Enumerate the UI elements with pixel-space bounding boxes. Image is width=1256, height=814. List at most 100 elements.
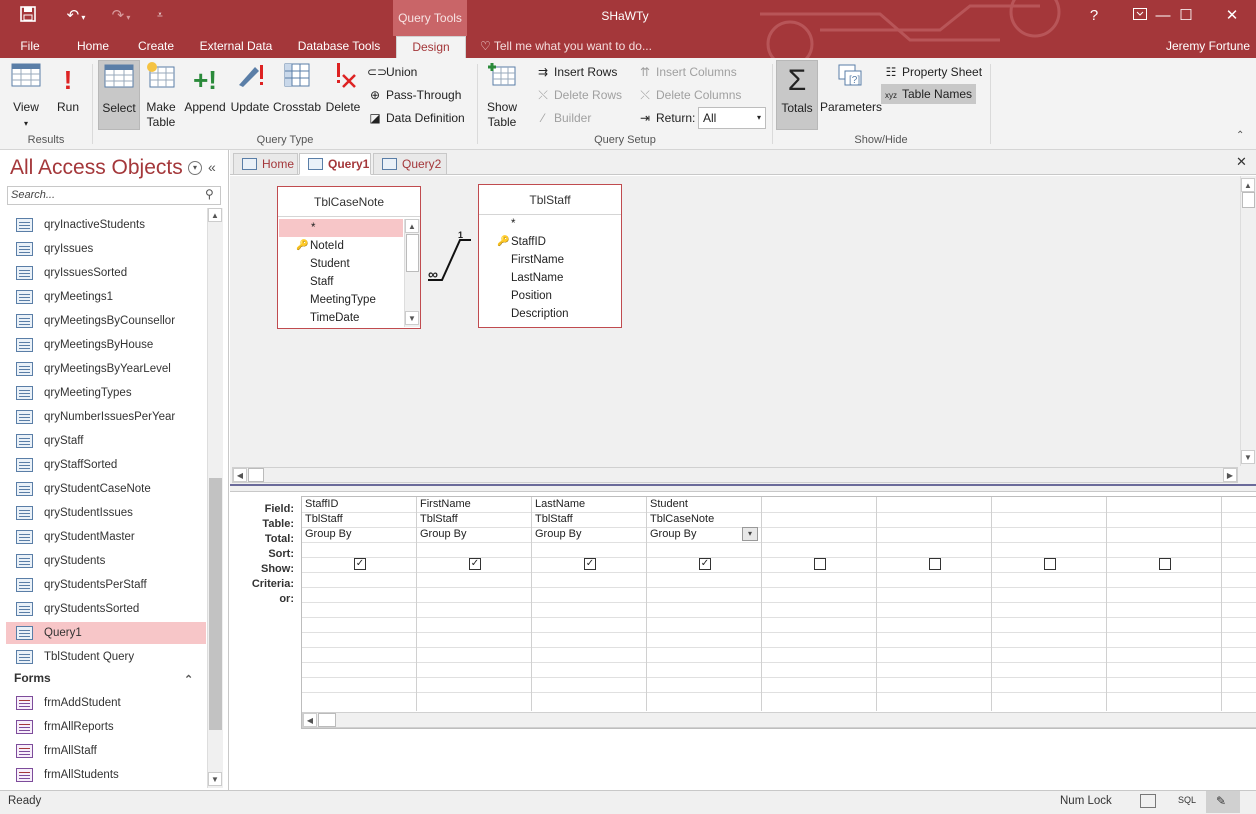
sort-cell[interactable] xyxy=(877,542,991,557)
tab-design[interactable]: Design xyxy=(396,36,466,58)
nav-query-item[interactable]: qryMeetings1 xyxy=(6,286,206,308)
nav-query-item[interactable]: qryNumberIssuesPerYear xyxy=(6,406,206,428)
show-table-button[interactable]: Show Table xyxy=(482,60,522,130)
scroll-thumb[interactable] xyxy=(209,478,222,730)
field-cell[interactable]: FirstName xyxy=(417,497,531,512)
field-cell[interactable]: Student xyxy=(647,497,761,512)
sort-cell[interactable] xyxy=(647,542,761,557)
table-cell[interactable] xyxy=(1107,512,1221,527)
table-cell[interactable] xyxy=(877,512,991,527)
show-checkbox[interactable] xyxy=(1044,558,1056,570)
scroll-down-icon[interactable]: ▼ xyxy=(1241,450,1255,464)
tab-database-tools[interactable]: Database Tools xyxy=(292,36,386,58)
union-button[interactable]: ⊂⊃Union xyxy=(367,62,417,82)
field-cell[interactable] xyxy=(762,497,876,512)
field-cell[interactable] xyxy=(1107,497,1221,512)
totals-button[interactable]: Σ Totals xyxy=(776,60,818,130)
select-query-button[interactable]: Select xyxy=(98,60,140,130)
nav-query-item[interactable]: qryStaffSorted xyxy=(6,454,206,476)
table-field[interactable]: Position xyxy=(480,287,620,305)
append-button[interactable]: +! Append xyxy=(183,60,227,130)
tab-home[interactable]: Home xyxy=(70,36,116,58)
tab-create[interactable]: Create xyxy=(132,36,180,58)
table-field[interactable]: Staff xyxy=(279,273,403,291)
nav-form-item[interactable]: frmAddStudent xyxy=(6,692,206,714)
close-document-icon[interactable]: ✕ xyxy=(1236,154,1247,170)
sort-cell[interactable] xyxy=(1107,542,1221,557)
table-names-button[interactable]: xyz Table Names xyxy=(881,84,977,104)
sql-view-button[interactable]: SQL xyxy=(1178,795,1196,805)
nav-pane-title[interactable]: All Access Objects xyxy=(10,156,183,180)
sort-cell[interactable] xyxy=(762,542,876,557)
nav-form-item[interactable]: frmAllStaff xyxy=(6,740,206,762)
nav-query-item[interactable]: qryMeetingsByYearLevel xyxy=(6,358,206,380)
tell-me-box[interactable]: ♡ Tell me what you want to do... xyxy=(480,36,670,58)
close-button[interactable]: ✕ xyxy=(1209,3,1255,29)
show-checkbox[interactable] xyxy=(1159,558,1171,570)
run-button[interactable]: ! Run xyxy=(52,60,84,130)
show-checkbox[interactable]: ✓ xyxy=(584,558,596,570)
nav-query-item[interactable]: qryStaff xyxy=(6,430,206,452)
table-tblstaff[interactable]: TblStaff * 🔑 StaffID FirstName LastName P… xyxy=(478,184,622,328)
scroll-thumb[interactable] xyxy=(406,234,419,272)
show-checkbox[interactable]: ✓ xyxy=(699,558,711,570)
total-cell[interactable] xyxy=(762,527,876,542)
nav-form-item[interactable]: frmAllStudents xyxy=(6,764,206,786)
nav-menu-chevron-icon[interactable]: ▾ xyxy=(188,161,202,175)
table-cell[interactable]: TblStaff xyxy=(417,512,531,527)
table-cell[interactable]: TblStaff xyxy=(532,512,646,527)
nav-query-item[interactable]: qryStudentIssues xyxy=(6,502,206,524)
property-sheet-button[interactable]: ☷ Property Sheet xyxy=(883,62,982,82)
grid-horizontal-scrollbar[interactable]: ◀ ▶ xyxy=(302,712,1256,728)
delete-query-button[interactable]: Delete xyxy=(324,60,362,130)
insert-rows-button[interactable]: ⇉ Insert Rows xyxy=(535,62,617,82)
total-cell[interactable] xyxy=(877,527,991,542)
parameters-button[interactable]: [?] Parameters xyxy=(820,60,882,130)
scroll-thumb[interactable] xyxy=(1242,192,1255,208)
scroll-up-icon[interactable]: ▲ xyxy=(1241,178,1255,192)
doc-tab-query2[interactable]: Query2 xyxy=(373,153,447,175)
scroll-thumb[interactable] xyxy=(248,468,264,482)
scroll-thumb[interactable] xyxy=(318,713,336,727)
scroll-down-icon[interactable]: ▼ xyxy=(405,311,419,325)
maximize-button[interactable]: ☐ xyxy=(1163,3,1209,29)
total-cell[interactable]: Group By xyxy=(302,527,416,542)
nav-query-item[interactable]: Query1 xyxy=(6,622,206,644)
nav-query-item[interactable]: qryStudentsPerStaff xyxy=(6,574,206,596)
user-name[interactable]: Jeremy Fortune xyxy=(1150,36,1250,58)
update-button[interactable]: Update xyxy=(229,60,271,130)
nav-query-item[interactable]: qryStudents xyxy=(6,550,206,572)
total-cell[interactable]: Group By xyxy=(532,527,646,542)
nav-query-item[interactable]: TblStudent Query xyxy=(6,646,206,668)
help-button[interactable]: ? xyxy=(1071,3,1117,29)
table-field[interactable]: Student xyxy=(279,255,403,273)
table-cell[interactable] xyxy=(992,512,1106,527)
scroll-up-icon[interactable]: ▲ xyxy=(208,208,222,222)
show-checkbox[interactable]: ✓ xyxy=(354,558,366,570)
design-view-button[interactable]: ✎ xyxy=(1206,791,1240,813)
table-field[interactable]: 🔑 NoteId xyxy=(279,237,403,255)
tab-external-data[interactable]: External Data xyxy=(196,36,276,58)
nav-scrollbar[interactable]: ▲ ▼ xyxy=(207,208,223,788)
nav-query-item[interactable]: qryIssues xyxy=(6,238,206,260)
data-definition-button[interactable]: ◪ Data Definition xyxy=(367,108,464,128)
table-field[interactable]: LastName xyxy=(480,269,620,287)
shutter-bar-close-icon[interactable]: « xyxy=(208,159,216,175)
make-table-button[interactable]: Make Table xyxy=(142,60,180,130)
show-checkbox[interactable]: ✓ xyxy=(469,558,481,570)
nav-query-item[interactable]: qryStudentMaster xyxy=(6,526,206,548)
tab-file[interactable]: File xyxy=(10,36,50,58)
datasheet-view-icon[interactable] xyxy=(1140,794,1156,808)
doc-tab-query1[interactable]: Query1 xyxy=(299,153,371,175)
show-checkbox[interactable] xyxy=(814,558,826,570)
field-cell[interactable]: LastName xyxy=(532,497,646,512)
pane-splitter[interactable] xyxy=(230,484,1256,492)
scroll-up-icon[interactable]: ▲ xyxy=(405,219,419,233)
table-tblcasenote[interactable]: TblCaseNote * 🔑 NoteId Student Staff Meet… xyxy=(277,186,421,329)
sort-cell[interactable] xyxy=(302,542,416,557)
return-dropdown[interactable]: All ▾ xyxy=(698,107,766,129)
table-field[interactable]: TimeDate xyxy=(279,309,403,327)
collapse-ribbon-icon[interactable]: ⌃ xyxy=(1236,130,1244,141)
total-cell[interactable]: Group By xyxy=(417,527,531,542)
sort-cell[interactable] xyxy=(532,542,646,557)
